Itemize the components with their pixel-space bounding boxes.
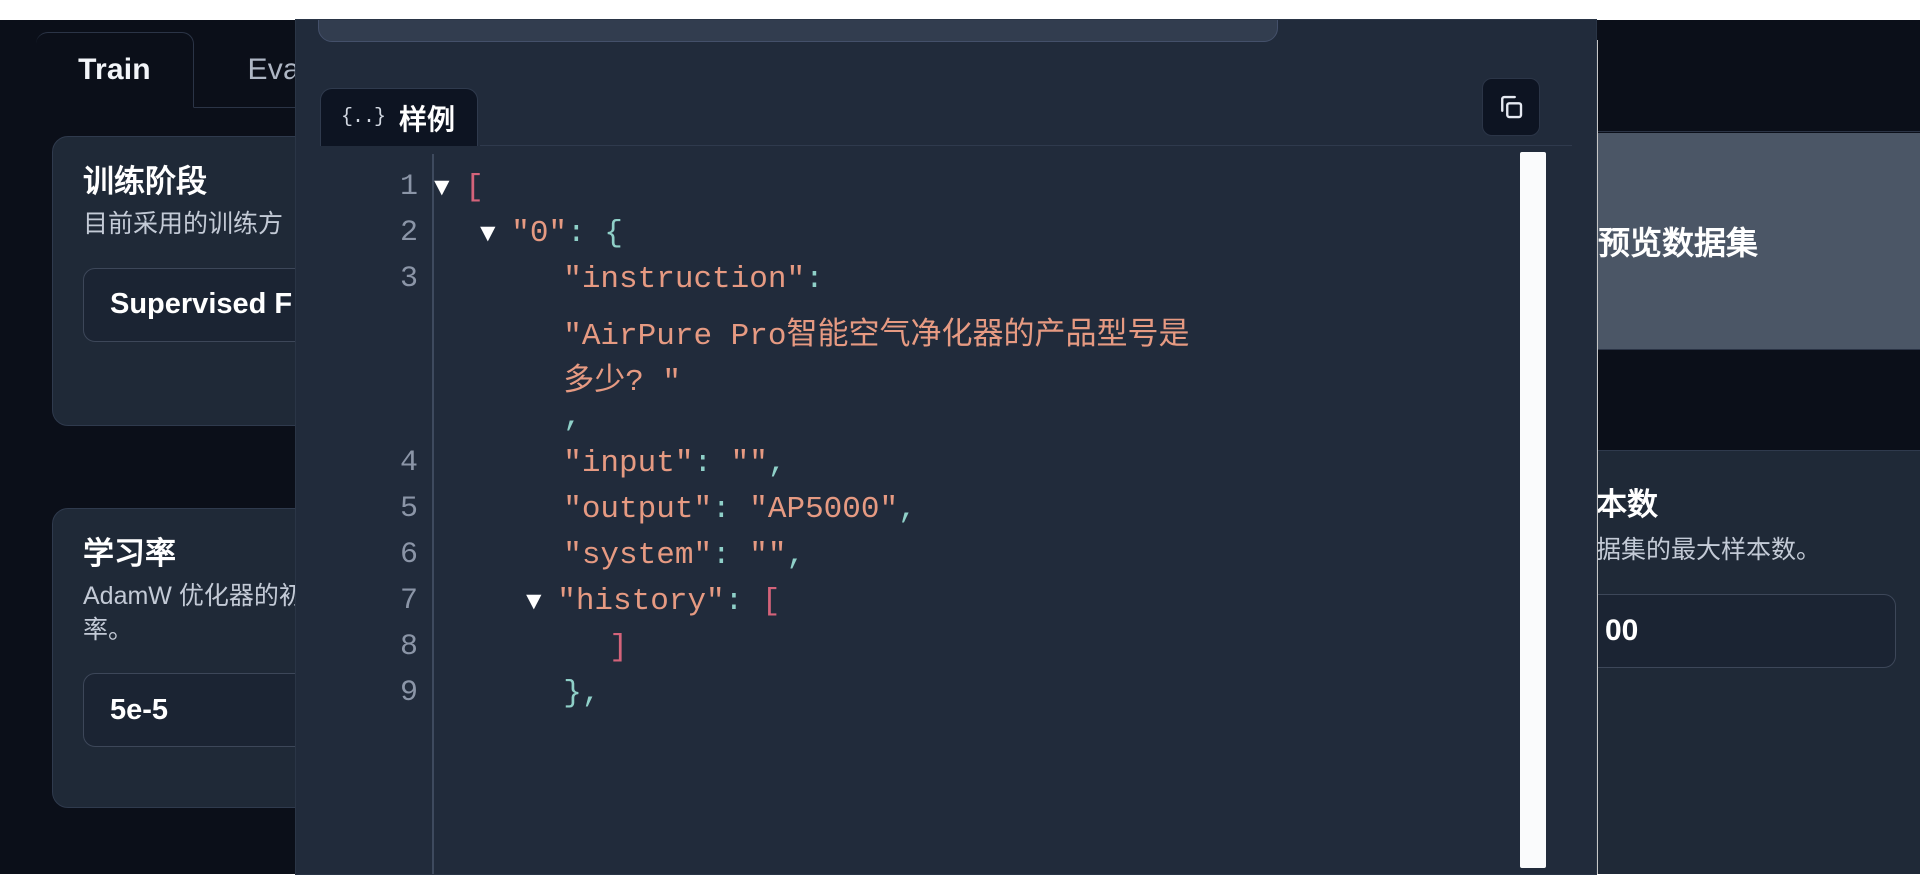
code-token: "input" xyxy=(563,446,694,481)
right-divider-top xyxy=(1596,131,1920,132)
line-number: 6 xyxy=(399,538,418,572)
code-token: [ xyxy=(465,170,484,205)
chevron-down-icon[interactable]: ▼ xyxy=(526,587,557,617)
line-number: 5 xyxy=(399,492,418,526)
code-line: 多少? " xyxy=(526,354,681,400)
code-token: : xyxy=(724,584,762,619)
preview-dataset-button[interactable]: 预览数据集 xyxy=(1596,133,1920,349)
code-token: "system" xyxy=(563,538,713,573)
code-line: "input": "", xyxy=(526,446,787,481)
line-number: 8 xyxy=(399,630,418,664)
line-number: 7 xyxy=(399,584,418,618)
code-token: "" xyxy=(730,446,768,481)
max-samples-card: 本数 据集的最大样本数。 00 xyxy=(1596,450,1920,874)
training-stage-value: Supervised F xyxy=(110,288,293,320)
dataset-preview-modal: {..} 样例 123456789 ▼ [▼ "0": { "instructi… xyxy=(296,20,1596,874)
code-token: : xyxy=(567,216,605,251)
code-line: }, xyxy=(526,676,600,711)
modal-top-field[interactable] xyxy=(318,20,1278,42)
max-samples-title: 本数 xyxy=(1596,487,1658,522)
code-token: : xyxy=(712,538,750,573)
right-settings-column: 预览数据集 本数 据集的最大样本数。 00 xyxy=(1596,20,1920,874)
line-number: 1 xyxy=(399,170,418,204)
line-number: 4 xyxy=(399,446,418,480)
json-scrollbar-thumb[interactable] xyxy=(1520,152,1546,868)
code-token: , xyxy=(563,400,582,435)
code-token: , xyxy=(786,538,806,573)
code-token: "AP5000" xyxy=(749,492,899,527)
code-line: ▼ "0": { xyxy=(480,216,623,251)
line-number-gutter: 1 2 3 4 5 6 7 8 9 xyxy=(320,146,432,874)
code-token: [ xyxy=(761,584,781,619)
code-token: "0" xyxy=(511,216,568,251)
code-token: } xyxy=(563,676,582,711)
code-token: "output" xyxy=(563,492,713,527)
max-samples-value: 00 xyxy=(1605,614,1639,647)
screenshot-root: Train Evalua 训练阶段 目前采用的训练方 Supervised F … xyxy=(0,0,1920,894)
max-samples-input[interactable]: 00 xyxy=(1596,594,1896,668)
code-token: "AirPure Pro智能空气净化器的产品型号是 xyxy=(563,319,1190,354)
code-token: "instruction" xyxy=(563,262,806,297)
json-tabbar: {..} 样例 xyxy=(320,88,1572,146)
json-viewer: 123456789 ▼ [▼ "0": { "instruction": "Ai… xyxy=(320,146,1572,874)
code-token: 多少? " xyxy=(563,365,682,400)
code-line: "system": "", xyxy=(526,538,805,573)
code-line: "instruction": xyxy=(526,262,824,297)
json-braces-icon: {..} xyxy=(341,106,386,129)
code-line: "output": "AP5000", xyxy=(526,492,917,527)
tab-sample-label: 样例 xyxy=(399,103,456,135)
code-line: , xyxy=(526,400,582,435)
tab-sample[interactable]: {..} 样例 xyxy=(320,88,479,146)
code-token: , xyxy=(898,492,917,527)
right-divider-mid xyxy=(1596,349,1920,350)
line-number: 3 xyxy=(399,262,418,296)
code-token: "" xyxy=(749,538,787,573)
line-number: 9 xyxy=(399,676,418,710)
code-token: , xyxy=(581,676,601,711)
code-line: "AirPure Pro智能空气净化器的产品型号是 xyxy=(526,308,1189,354)
code-token: : xyxy=(693,446,731,481)
tab-train[interactable]: Train xyxy=(36,32,194,108)
code-token: "history" xyxy=(557,584,725,619)
code-token: : xyxy=(712,492,750,527)
json-code[interactable]: ▼ [▼ "0": { "instruction": "AirPure Pro智… xyxy=(434,146,1464,874)
code-token: { xyxy=(604,216,623,251)
line-number: 2 xyxy=(399,216,418,250)
chevron-down-icon[interactable]: ▼ xyxy=(480,219,511,249)
tab-train-label: Train xyxy=(78,53,151,86)
copy-icon[interactable] xyxy=(1482,78,1540,136)
code-token: , xyxy=(767,446,787,481)
learning-rate-value: 5e-5 xyxy=(110,693,169,726)
code-token: ] xyxy=(609,630,628,665)
code-line: ] xyxy=(572,630,628,665)
code-line: ▼ "history": [ xyxy=(526,584,780,619)
preview-dataset-label: 预览数据集 xyxy=(1598,225,1759,261)
code-token: : xyxy=(805,262,824,297)
code-line: ▼ [ xyxy=(434,170,484,205)
max-samples-desc: 据集的最大样本数。 xyxy=(1596,536,1822,564)
chevron-down-icon[interactable]: ▼ xyxy=(434,173,465,203)
